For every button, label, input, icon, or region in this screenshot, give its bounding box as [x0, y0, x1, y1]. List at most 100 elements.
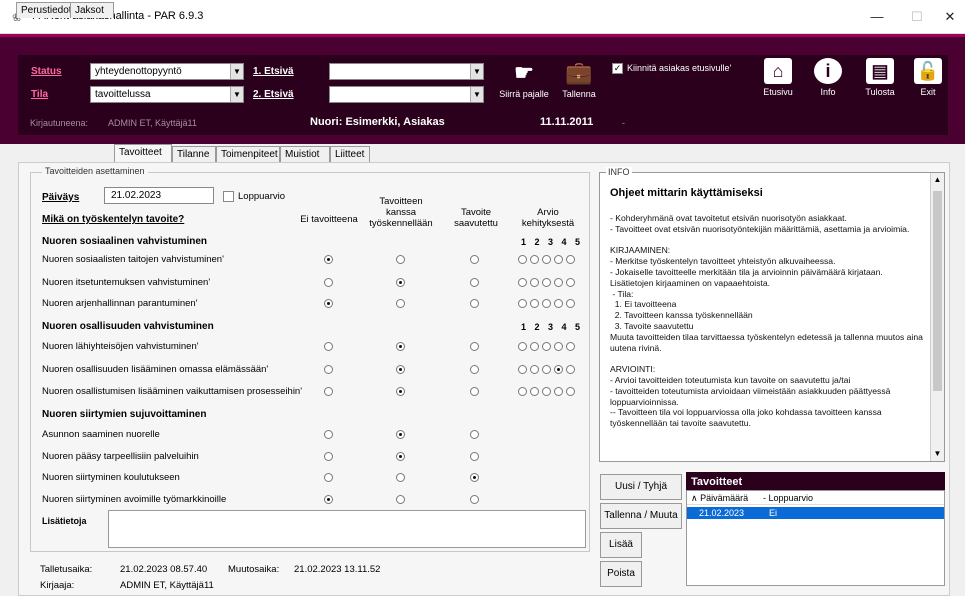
close-button[interactable]: ✕	[935, 6, 965, 28]
arvio-radio[interactable]	[542, 387, 551, 396]
tulosta-button[interactable]: ▤ Tulosta	[860, 58, 900, 97]
arvio-radio[interactable]	[542, 342, 551, 351]
tavoitteet-list[interactable]: ∧ Päivämäärä - Loppuarvio 21.02.2023 Ei	[686, 490, 945, 586]
status-radio[interactable]	[324, 473, 333, 482]
arvio-radio[interactable]	[542, 365, 551, 374]
status-radio[interactable]	[470, 430, 479, 439]
status-radio[interactable]	[396, 365, 405, 374]
arvio-radio[interactable]	[554, 278, 563, 287]
etusivu-button[interactable]: ⌂ Etusivu	[760, 58, 796, 97]
status-radio[interactable]	[324, 278, 333, 287]
tab-perustiedot[interactable]: Perustiedot	[16, 2, 72, 18]
arvio-radio[interactable]	[518, 278, 527, 287]
arvio-radio[interactable]	[554, 342, 563, 351]
arvio-radio[interactable]	[554, 387, 563, 396]
etsiva1-select[interactable]: ▼	[329, 63, 484, 80]
status-label[interactable]: Status	[31, 66, 62, 77]
status-radio[interactable]	[470, 452, 479, 461]
status-radio[interactable]	[324, 255, 333, 264]
arvio-radio[interactable]	[530, 299, 539, 308]
status-radio[interactable]	[324, 430, 333, 439]
status-radio[interactable]	[324, 342, 333, 351]
scroll-up-icon[interactable]: ▲	[931, 173, 944, 187]
scroll-thumb[interactable]	[933, 191, 942, 391]
tab-tilanne[interactable]: Tilanne	[172, 146, 216, 162]
arvio-radio[interactable]	[566, 278, 575, 287]
col-paivamaara[interactable]: ∧ Päivämäärä	[691, 491, 748, 505]
tallenna-header-button[interactable]: 💼 Tallenna	[556, 60, 602, 99]
arvio-radio[interactable]	[518, 255, 527, 264]
exit-button[interactable]: 🔓 Exit	[910, 58, 946, 97]
status-radio[interactable]	[470, 342, 479, 351]
arvio-radio[interactable]	[566, 255, 575, 264]
arvio-radio[interactable]	[566, 299, 575, 308]
status-radio[interactable]	[324, 365, 333, 374]
lisaa-button[interactable]: Lisää	[600, 532, 642, 558]
tila-label[interactable]: Tila	[31, 89, 48, 100]
tab-tavoitteet[interactable]: Tavoitteet	[114, 144, 172, 162]
pin-checkbox[interactable]: ✓	[612, 63, 623, 74]
status-radio[interactable]	[470, 473, 479, 482]
arvio-radio[interactable]	[530, 387, 539, 396]
tab-liitteet[interactable]: Liitteet	[330, 146, 370, 162]
arvio-radio[interactable]	[566, 365, 575, 374]
status-radio[interactable]	[470, 255, 479, 264]
status-radio[interactable]	[470, 495, 479, 504]
status-radio[interactable]	[470, 278, 479, 287]
arvio-radio[interactable]	[566, 387, 575, 396]
col-loppuarvio[interactable]: - Loppuarvio	[763, 491, 813, 505]
status-radio[interactable]	[470, 365, 479, 374]
arvio-radio[interactable]	[530, 278, 539, 287]
status-radio[interactable]	[324, 452, 333, 461]
arvio-radio[interactable]	[554, 299, 563, 308]
status-radio[interactable]	[396, 430, 405, 439]
status-radio[interactable]	[396, 473, 405, 482]
minimize-button[interactable]: —	[862, 6, 892, 28]
status-radio[interactable]	[396, 278, 405, 287]
arvio-radio[interactable]	[542, 299, 551, 308]
arvio-radio[interactable]	[518, 365, 527, 374]
status-radio[interactable]	[396, 255, 405, 264]
status-radio[interactable]	[470, 299, 479, 308]
arvio-radio[interactable]	[554, 255, 563, 264]
maximize-button[interactable]: ☐	[902, 6, 932, 28]
status-radio[interactable]	[396, 342, 405, 351]
etsiva2-link[interactable]: 2. Etsivä	[253, 89, 294, 100]
info-button[interactable]: i Info	[810, 58, 846, 97]
arvio-radio[interactable]	[518, 299, 527, 308]
arvio-radio[interactable]	[542, 278, 551, 287]
etsiva1-link[interactable]: 1. Etsivä	[253, 66, 294, 77]
arvio-radio[interactable]	[554, 365, 563, 374]
arvio-radio[interactable]	[566, 342, 575, 351]
paivays-input[interactable]: 21.02.2023	[104, 187, 214, 204]
arvio-radio[interactable]	[530, 342, 539, 351]
scroll-down-icon[interactable]: ▼	[931, 447, 944, 461]
poista-button[interactable]: Poista	[600, 561, 642, 587]
list-item[interactable]: 21.02.2023 Ei	[687, 507, 944, 519]
arvio-radio[interactable]	[518, 342, 527, 351]
info-scrollbar[interactable]: ▲ ▼	[930, 173, 944, 461]
status-radio[interactable]	[324, 495, 333, 504]
status-radio[interactable]	[396, 495, 405, 504]
arvio-radio[interactable]	[530, 365, 539, 374]
arvio-radio[interactable]	[518, 387, 527, 396]
uusi-tyhja-button[interactable]: Uusi / Tyhjä	[600, 474, 682, 500]
status-radio[interactable]	[324, 299, 333, 308]
tab-muistiot[interactable]: Muistiot	[280, 146, 330, 162]
tila-select[interactable]: tavoittelussa ▼	[90, 86, 244, 103]
status-select[interactable]: yhteydenottopyyntö ▼	[90, 63, 244, 80]
status-radio[interactable]	[396, 387, 405, 396]
arvio-radio[interactable]	[530, 255, 539, 264]
status-radio[interactable]	[396, 299, 405, 308]
status-radio[interactable]	[396, 452, 405, 461]
info-panel[interactable]: Ohjeet mittarin käyttämiseksi - Kohderyh…	[599, 172, 945, 462]
etsiva2-select[interactable]: ▼	[329, 86, 484, 103]
tallenna-muuta-button[interactable]: Tallenna / Muuta	[600, 503, 682, 529]
tab-jaksot[interactable]: Jaksot	[70, 2, 114, 18]
siirra-pajalle-button[interactable]: ☛ Siirrä pajalle	[494, 60, 554, 99]
arvio-radio[interactable]	[542, 255, 551, 264]
tab-toimenpiteet[interactable]: Toimenpiteet	[216, 146, 280, 162]
lisatietoja-textarea[interactable]	[108, 510, 586, 548]
status-radio[interactable]	[470, 387, 479, 396]
status-radio[interactable]	[324, 387, 333, 396]
